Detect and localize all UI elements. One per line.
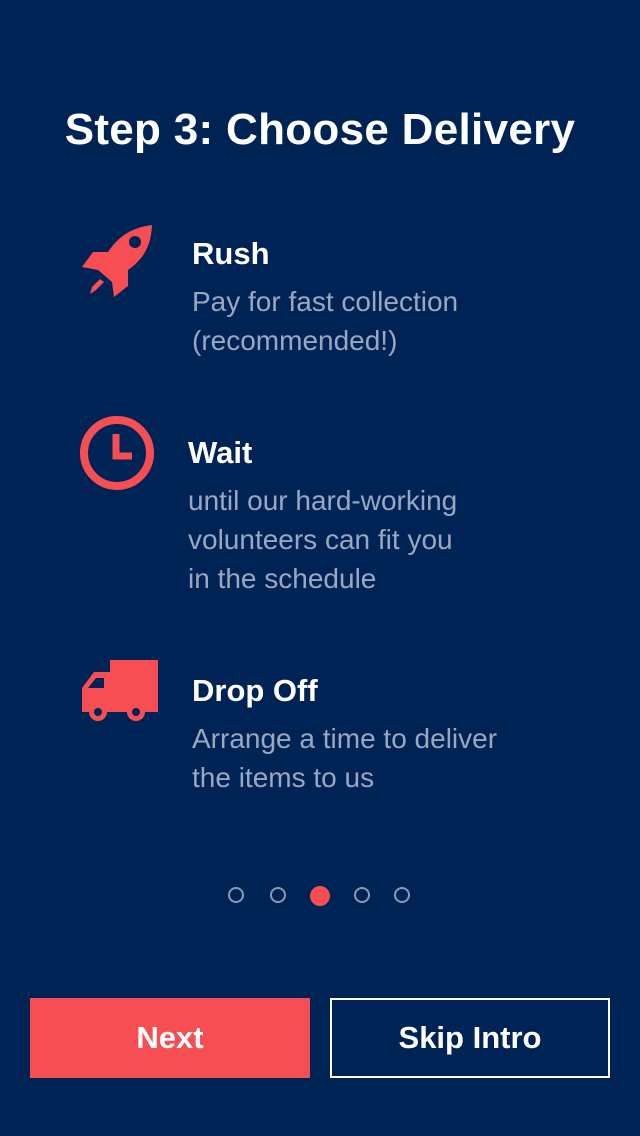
skip-intro-button[interactable]: Skip Intro <box>330 998 610 1078</box>
pagination-dots <box>226 886 416 908</box>
page-title: Step 3: Choose Delivery <box>64 105 576 154</box>
wait-heading: Wait <box>188 435 253 470</box>
clock-icon <box>78 414 156 492</box>
page-dot-3-active[interactable] <box>310 886 330 906</box>
page-dot-2[interactable] <box>270 887 286 903</box>
rocket-icon <box>78 224 156 298</box>
page-dot-4[interactable] <box>354 887 370 903</box>
page-dot-5[interactable] <box>394 887 410 903</box>
drop-off-description: Arrange a time to deliver the items to u… <box>192 723 498 793</box>
rush-description: Pay for fast collection (recommended!) <box>192 286 459 356</box>
wait-description: until our hard-working volunteers can fi… <box>188 485 458 594</box>
next-button[interactable]: Next <box>30 998 310 1078</box>
page-dot-1[interactable] <box>228 887 244 903</box>
drop-off-heading: Drop Off <box>192 673 318 708</box>
truck-icon <box>80 658 160 722</box>
rush-heading: Rush <box>192 236 270 271</box>
